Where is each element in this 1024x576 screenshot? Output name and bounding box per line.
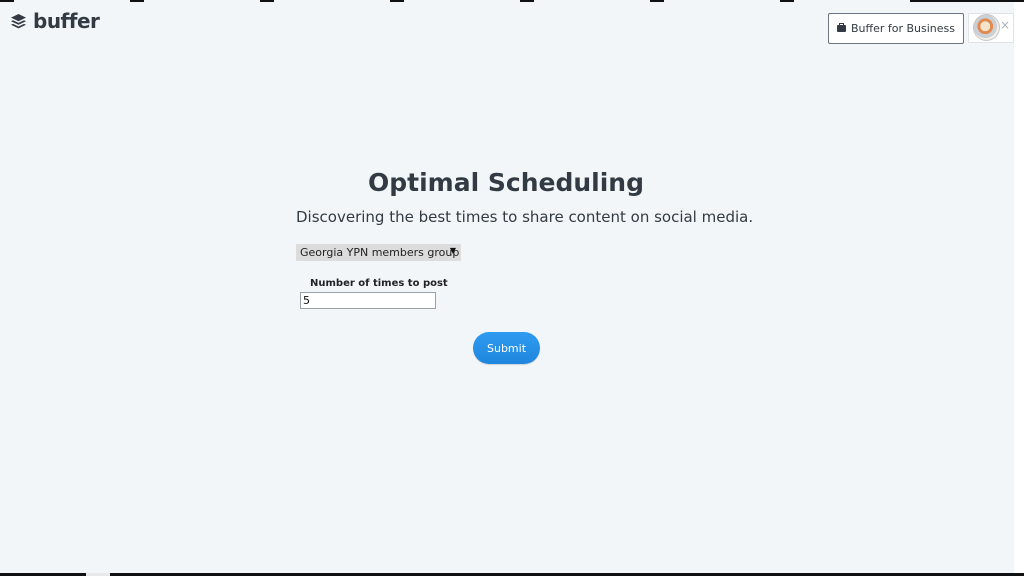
buffer-for-business-button[interactable]: Buffer for Business [828, 13, 964, 44]
submit-button[interactable]: Submit [473, 332, 540, 364]
dropdown-arrow-icon: ▼ [449, 246, 456, 255]
top-border-gap [794, 0, 910, 2]
times-to-post-input[interactable] [300, 292, 436, 309]
buffer-logo[interactable]: buffer [10, 9, 100, 33]
page: buffer Buffer for Business × Optimal Sch… [0, 0, 1024, 576]
close-icon[interactable]: × [1000, 18, 1010, 32]
business-button-label: Buffer for Business [850, 22, 955, 35]
times-to-post-label: Number of times to post [310, 278, 448, 289]
briefcase-icon [836, 23, 846, 32]
top-border-gap [144, 0, 260, 2]
group-select[interactable]: Georgia YPN members group ▼ [296, 244, 461, 261]
right-scroll-area [1014, 2, 1024, 573]
logo-text: buffer [33, 9, 100, 33]
buffer-stack-icon [10, 13, 27, 30]
user-avatar[interactable] [973, 14, 1000, 41]
top-border-gap [404, 0, 520, 2]
top-border-gap [534, 0, 650, 2]
top-border-gap [274, 0, 390, 2]
page-title: Optimal Scheduling [368, 168, 644, 197]
page-subtitle: Discovering the best times to share cont… [296, 208, 754, 226]
group-select-value: Georgia YPN members group [300, 246, 460, 259]
top-border-gap [14, 0, 130, 2]
top-border-gap [664, 0, 780, 2]
